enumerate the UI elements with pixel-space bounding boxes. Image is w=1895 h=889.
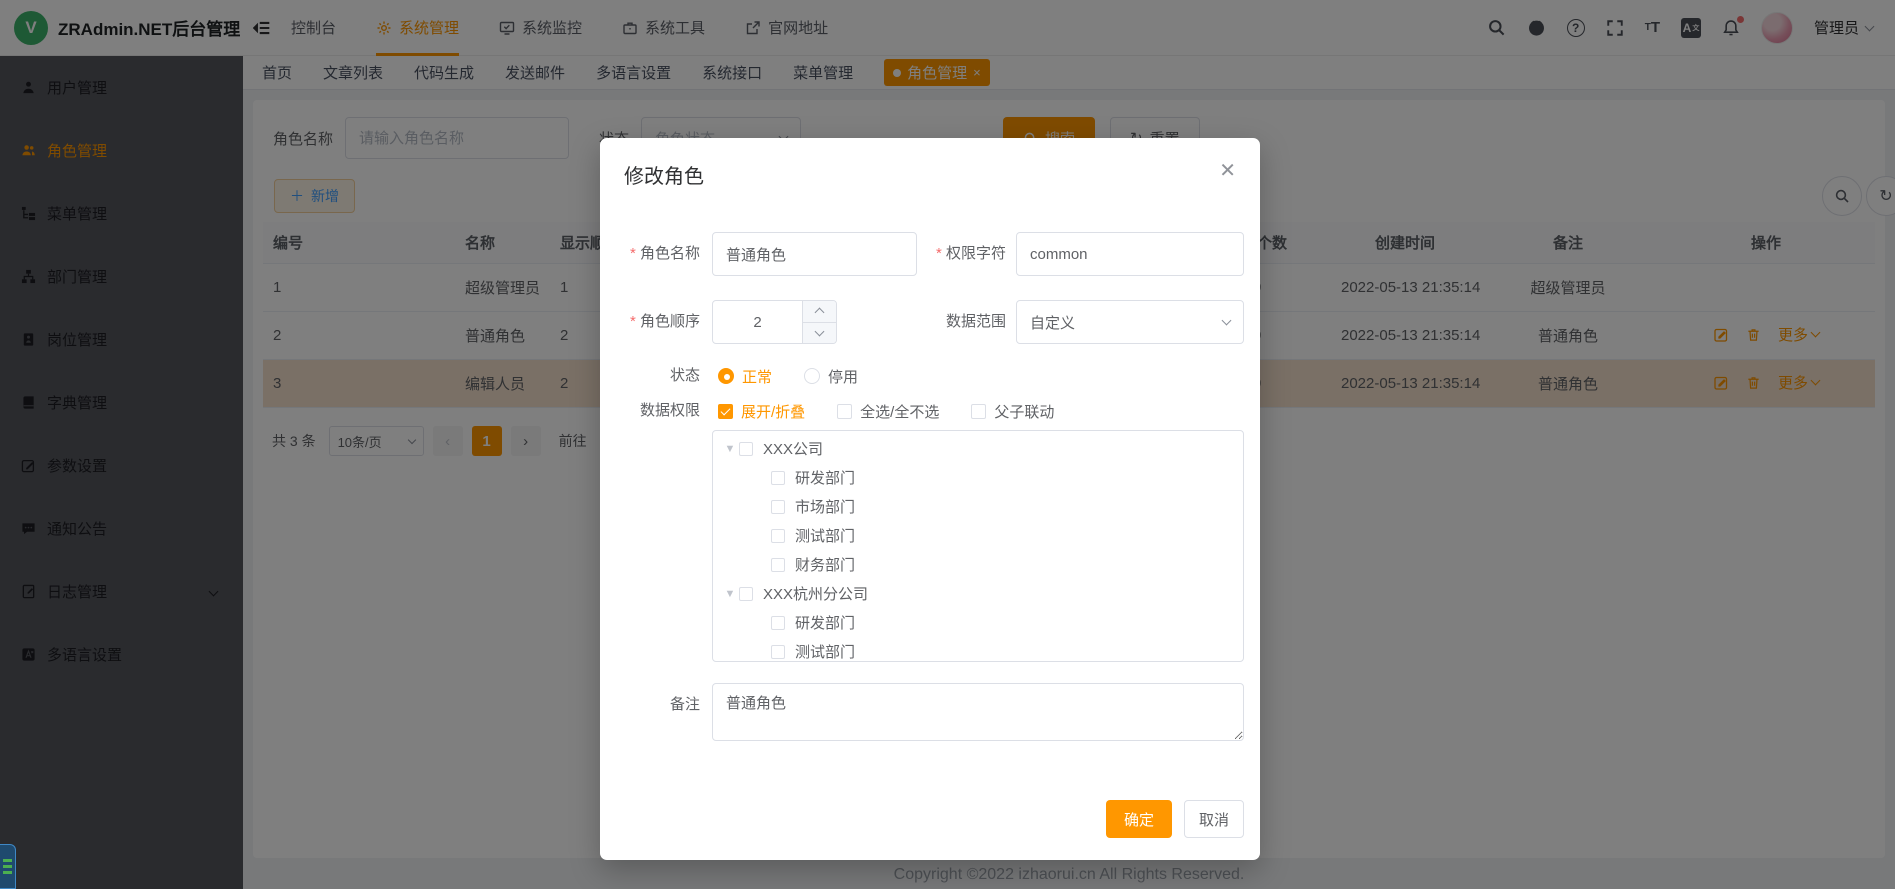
checkbox-icon [718,404,733,419]
tree-checkbox[interactable] [771,471,785,485]
stepper-increase-button[interactable] [803,301,836,323]
role-order-stepper [712,300,837,344]
checkbox-icon [971,404,986,419]
tree-node-label: XXX公司 [763,438,823,459]
tree-caret-icon[interactable]: ▼ [721,443,739,455]
tree-node-company[interactable]: ▼ XXX公司 [713,434,1243,463]
radio-icon [718,368,734,384]
parent-child-link-checkbox[interactable]: 父子联动 [971,401,1054,422]
tree-checkbox[interactable] [771,616,785,630]
tree-checkbox[interactable] [771,645,785,659]
tree-node-dept[interactable]: 研发部门 [713,463,1243,492]
status-radio-disabled[interactable]: 停用 [804,366,858,387]
role-name-input[interactable] [712,232,917,276]
dialog-title: 修改角色 [624,160,704,189]
tree-node-label: XXX杭州分公司 [763,583,868,604]
status-radio-normal[interactable]: 正常 [718,366,772,387]
department-tree: ▼ XXX公司 研发部门 市场部门 测试部门 财务部门 ▼ [712,430,1244,662]
remark-textarea[interactable]: 普通角色 [712,683,1244,741]
tree-node-dept[interactable]: 测试部门 [713,637,1243,662]
tree-node-dept[interactable]: 测试部门 [713,521,1243,550]
radio-icon [804,368,820,384]
tree-checkbox[interactable] [771,529,785,543]
checkbox-label: 父子联动 [994,401,1054,422]
role-order-label: 角色顺序 [600,300,700,344]
tree-node-label: 财务部门 [795,554,855,575]
data-scope-label: 数据范围 [930,300,1006,344]
tree-node-label: 研发部门 [795,467,855,488]
radio-label: 停用 [828,366,858,387]
tree-node-label: 测试部门 [795,641,855,662]
data-scope-select[interactable]: 自定义 [1016,300,1244,344]
tree-checkbox[interactable] [771,500,785,514]
remark-label: 备注 [600,683,700,727]
tree-caret-icon[interactable]: ▼ [721,588,739,600]
checkbox-icon [837,404,852,419]
confirm-button[interactable]: 确定 [1106,800,1172,838]
form-row: 状态 正常 停用 [600,366,1260,386]
chevron-down-icon [1222,316,1232,326]
form-row: 数据权限 展开/折叠 全选/全不选 父子联动 [600,400,1260,422]
tree-checkbox[interactable] [739,587,753,601]
radio-label: 正常 [742,366,772,387]
form-row: 角色顺序 数据范围 自定义 [600,300,1260,344]
perm-char-input[interactable] [1016,232,1244,276]
stepper-decrease-button[interactable] [803,323,836,344]
tree-node-branch-company[interactable]: ▼ XXX杭州分公司 [713,579,1243,608]
tree-checkbox[interactable] [739,442,753,456]
tree-node-label: 研发部门 [795,612,855,633]
checkbox-label: 展开/折叠 [741,401,805,422]
tree-node-dept[interactable]: 市场部门 [713,492,1243,521]
tree-node-dept[interactable]: 财务部门 [713,550,1243,579]
status-label: 状态 [600,366,700,386]
expand-collapse-checkbox[interactable]: 展开/折叠 [718,401,805,422]
checkbox-label: 全选/全不选 [860,401,939,422]
data-permission-label: 数据权限 [600,400,700,422]
role-name-label: 角色名称 [600,232,700,276]
tree-node-label: 市场部门 [795,496,855,517]
perm-char-label: 权限字符 [930,232,1006,276]
tree-checkbox[interactable] [771,558,785,572]
server-monitor-widget[interactable] [0,844,16,889]
tree-node-label: 测试部门 [795,525,855,546]
form-row: 角色名称 权限字符 [600,232,1260,276]
select-all-checkbox[interactable]: 全选/全不选 [837,401,939,422]
app-window: V ZRAdmin.NET后台管理 控制台 系统管理 [0,0,1895,889]
data-scope-value: 自定义 [1030,312,1075,333]
edit-role-dialog: 修改角色 ✕ 角色名称 权限字符 角色顺序 数据范围 自定义 [600,138,1260,860]
dialog-close-icon[interactable]: ✕ [1219,158,1236,183]
dialog-footer: 确定 取消 [600,800,1244,838]
cancel-button[interactable]: 取消 [1184,800,1244,838]
tree-node-dept[interactable]: 研发部门 [713,608,1243,637]
